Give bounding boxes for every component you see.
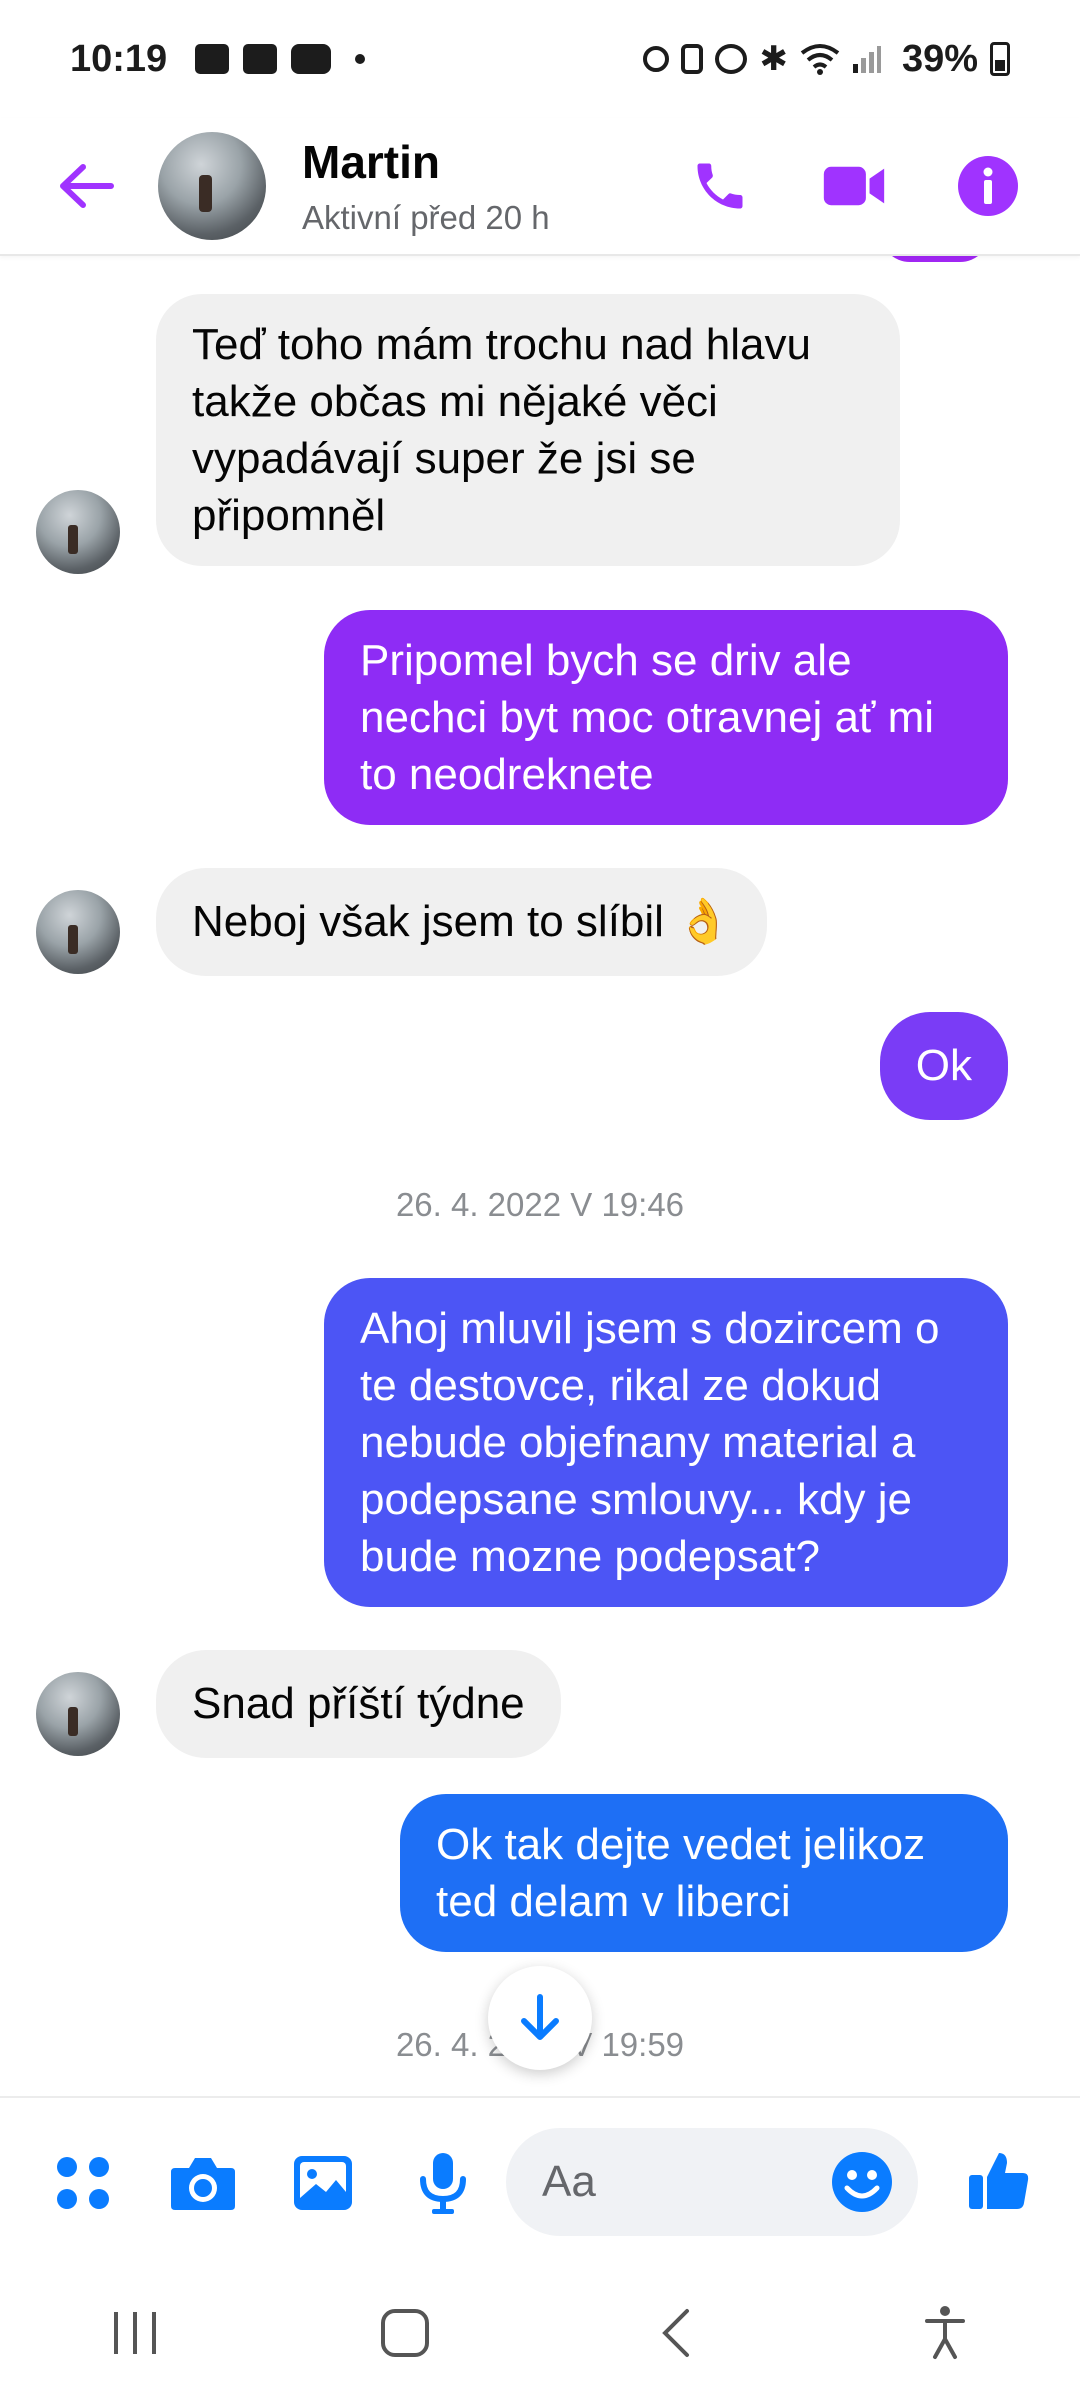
sender-avatar[interactable]	[36, 490, 120, 574]
message-input-container	[506, 2128, 918, 2236]
contact-name: Martin	[302, 136, 440, 188]
outgoing-message[interactable]: Ok tak dejte vedet jelikoz ted delam v l…	[400, 1794, 1008, 1952]
camera-button[interactable]	[166, 2146, 240, 2220]
battery-percent: 39%	[901, 37, 978, 80]
device-notification-icon	[243, 44, 278, 74]
sender-avatar[interactable]	[36, 1672, 120, 1756]
accessibility-icon	[925, 2306, 965, 2359]
back-nav-button[interactable]	[630, 2288, 720, 2378]
bluetooth-icon: ✱	[759, 40, 788, 78]
sender-avatar[interactable]	[36, 890, 120, 974]
recent-apps-button[interactable]	[90, 2288, 180, 2378]
back-button[interactable]	[40, 141, 130, 231]
arrow-down-icon	[521, 1994, 559, 2040]
outgoing-message[interactable]: Ahoj mluvil jsem s dozircem o te destovc…	[324, 1278, 1008, 1607]
gallery-button[interactable]	[286, 2146, 360, 2220]
accessibility-button[interactable]	[900, 2288, 990, 2378]
voice-message-button[interactable]	[406, 2146, 480, 2220]
message-composer	[0, 2096, 1080, 2266]
camera-icon	[171, 2158, 235, 2210]
previous-message-bubble	[880, 256, 990, 262]
system-navigation-bar	[0, 2266, 1080, 2400]
incoming-message[interactable]: Neboj však jsem to slíbil 👌	[156, 868, 767, 976]
message-list[interactable]: Teď toho mám trochu nad hlavu takže obča…	[0, 256, 1080, 2096]
incoming-message[interactable]: Teď toho mám trochu nad hlavu takže obča…	[156, 294, 900, 566]
grid-dots-icon	[57, 2157, 109, 2209]
more-notifications-icon	[355, 54, 366, 64]
alarm-icon	[715, 44, 748, 74]
incoming-message[interactable]: Snad příští týdne	[156, 1650, 561, 1758]
clock: 10:19	[70, 37, 168, 80]
contact-avatar[interactable]	[158, 132, 266, 240]
arrow-left-icon	[60, 164, 114, 208]
outgoing-message[interactable]: Ok	[879, 1012, 1008, 1120]
microphone-icon	[420, 2153, 466, 2214]
message-timestamp: 26. 4. 2022 V 19:46	[395, 1186, 685, 1223]
scroll-to-bottom-button[interactable]	[488, 1966, 592, 2070]
activity-status: Aktivní před 20 h	[302, 199, 550, 236]
contact-info[interactable]: Martin Aktivní před 20 h	[302, 135, 550, 237]
phone-icon	[697, 163, 743, 209]
gallery-notification-icon	[195, 44, 230, 74]
voice-call-button[interactable]	[688, 154, 752, 218]
youtube-notification-icon	[291, 44, 332, 74]
info-button[interactable]	[956, 154, 1020, 218]
battery-saver-icon	[681, 44, 704, 74]
smiley-icon	[832, 2152, 892, 2212]
key-icon	[643, 46, 670, 72]
chat-header: Martin Aktivní před 20 h	[0, 118, 1080, 256]
info-icon	[958, 156, 1018, 216]
image-icon	[294, 2156, 352, 2210]
more-actions-button[interactable]	[46, 2146, 120, 2220]
recents-icon	[114, 2312, 156, 2354]
message-input[interactable]	[542, 2157, 792, 2207]
battery-icon	[990, 42, 1010, 76]
home-icon	[381, 2309, 429, 2357]
thumbs-up-icon	[969, 2153, 1029, 2209]
video-call-button[interactable]	[822, 154, 886, 218]
like-button[interactable]	[962, 2144, 1036, 2218]
home-button[interactable]	[360, 2288, 450, 2378]
video-camera-icon	[823, 166, 885, 206]
wifi-icon	[800, 44, 840, 75]
emoji-button[interactable]	[830, 2150, 894, 2214]
outgoing-message[interactable]: Pripomel bych se driv ale nechci byt moc…	[324, 610, 1008, 825]
signal-icon	[852, 46, 881, 73]
chevron-left-icon	[662, 2309, 689, 2357]
status-bar: 10:19 ✱ 39%	[0, 0, 1080, 118]
